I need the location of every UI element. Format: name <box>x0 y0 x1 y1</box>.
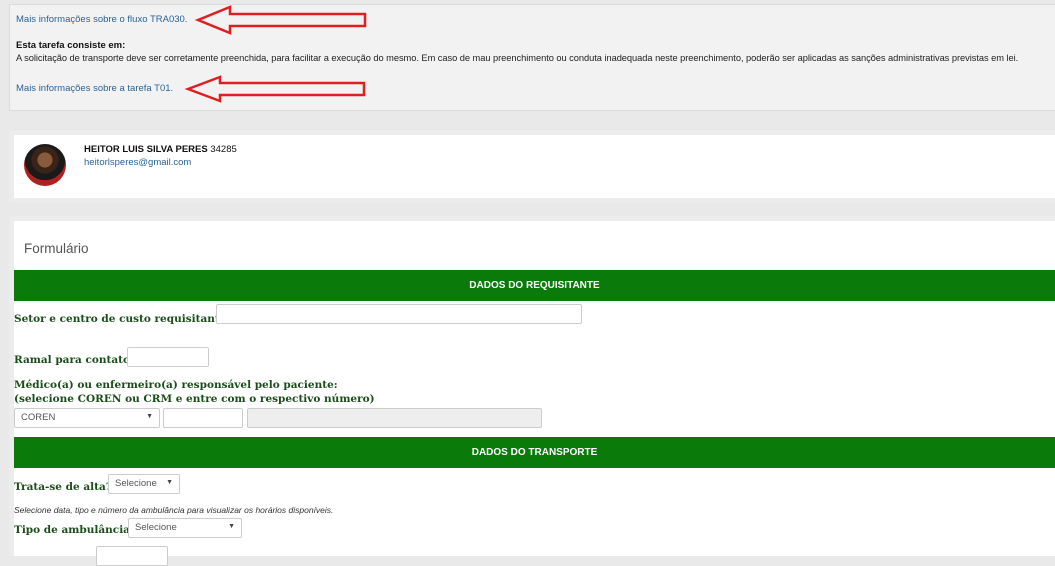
ramal-input[interactable] <box>127 347 209 367</box>
info-panel: Mais informações sobre o fluxo TRA030. E… <box>9 4 1055 111</box>
avatar <box>24 144 66 186</box>
partial-next-field[interactable] <box>96 546 168 566</box>
user-name: HEITOR LUIS SILVA PERES <box>84 144 208 155</box>
coren-crm-select[interactable]: COREN ▼ <box>14 408 160 428</box>
registration-number-input[interactable] <box>163 408 243 428</box>
task-description: A solicitação de transporte deve ser cor… <box>16 53 1019 63</box>
section-header-transporte: DADOS DO TRANSPORTE <box>14 437 1055 468</box>
professional-name-field <box>247 408 542 428</box>
setor-label: Setor e centro de custo requisitante: <box>14 313 231 325</box>
annotation-arrow-1 <box>194 5 367 35</box>
alta-select[interactable]: Selecione ▼ <box>108 474 180 494</box>
schedule-hint: Selecione data, tipo e número da ambulân… <box>14 505 334 515</box>
chevron-down-icon: ▼ <box>146 413 153 420</box>
medico-label: Médico(a) ou enfermeiro(a) responsável p… <box>14 379 338 391</box>
user-name-line: HEITOR LUIS SILVA PERES 34285 <box>84 144 237 155</box>
task-title: Esta tarefa consiste em: <box>16 40 126 51</box>
tipo-select-value: Selecione <box>135 522 177 533</box>
user-card: HEITOR LUIS SILVA PERES 34285 heitorlspe… <box>9 130 1055 203</box>
alta-label: Trata-se de alta? <box>14 481 112 493</box>
task-info-link[interactable]: Mais informações sobre a tarefa T01. <box>16 83 173 94</box>
medico-sublabel: (selecione COREN ou CRM e entre com o re… <box>14 393 375 405</box>
chevron-down-icon: ▼ <box>166 479 173 486</box>
alta-select-value: Selecione <box>115 478 157 489</box>
coren-select-value: COREN <box>21 412 56 423</box>
user-email[interactable]: heitorlsperes@gmail.com <box>84 157 191 168</box>
flow-info-link[interactable]: Mais informações sobre o fluxo TRA030. <box>16 14 187 25</box>
section-header-requisitante: DADOS DO REQUISITANTE <box>14 270 1055 301</box>
annotation-arrow-2 <box>184 75 366 103</box>
user-id: 34285 <box>210 144 237 155</box>
ramal-label: Ramal para contato: <box>14 354 134 366</box>
form-title: Formulário <box>24 241 89 256</box>
setor-input[interactable] <box>216 304 582 324</box>
chevron-down-icon: ▼ <box>228 523 235 530</box>
tipo-ambulancia-select[interactable]: Selecione ▼ <box>128 518 242 538</box>
form-panel: Formulário DADOS DO REQUISITANTE Setor e… <box>9 216 1055 566</box>
tipo-ambulancia-label: Tipo de ambulância: <box>14 524 134 536</box>
